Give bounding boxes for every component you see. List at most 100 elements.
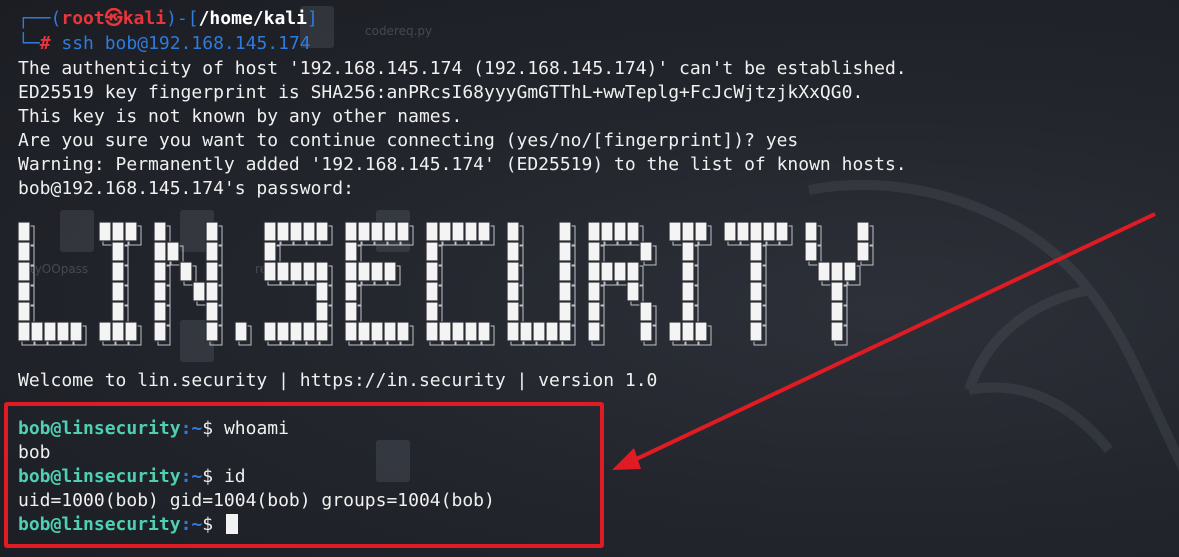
banner-block-cell [749,261,763,282]
banner-block-cell [153,241,167,262]
banner-block-cell [830,281,844,302]
ssh-output-line: ED25519 key fingerprint is SHA256:anPRcs… [18,82,864,103]
banner-block-cell [263,241,277,262]
banner-block-cell [124,221,138,242]
banner-block-cell [111,221,125,242]
banner-block-cell [587,241,601,262]
banner-block-cell [205,281,219,302]
banner-block-cell [558,321,572,342]
banner-block-cell [370,321,384,342]
banner-block-cell [315,321,329,342]
banner-block-cell [357,261,371,282]
banner-block-cell [344,221,358,242]
banner-block-cell [506,301,520,322]
skull-icon: ㉿ [104,8,123,29]
banner-block-cell [749,281,763,302]
banner-block-cell [843,261,857,282]
banner-block-cell [344,261,358,282]
ssh-output-line: Are you sure you want to continue connec… [18,130,799,151]
banner-block-cell [600,261,614,282]
banner-block-cell [545,321,559,342]
banner-block-cell [558,281,572,302]
banner-block-cell [639,241,653,262]
banner-block-cell [425,261,439,282]
banner-block-cell [558,261,572,282]
ssh-output-line: The authenticity of host '192.168.145.17… [18,58,907,79]
banner-block-cell [370,261,384,282]
banner-block-cell [289,321,303,342]
banner-block-cell [723,221,737,242]
terminal-window[interactable]: codereq.py tyOOpass rectory ┌──(root㉿kal… [0,0,1179,557]
banner-block-cell [357,321,371,342]
ssh-output-line: bob@192.168.145.174's password: [18,178,354,199]
banner-block-cell [425,301,439,322]
banner-block-cell [613,221,627,242]
banner-block-cell [694,221,708,242]
banner-block-cell [438,221,452,242]
banner-block-cell [817,261,831,282]
banner-block-cell [396,221,410,242]
banner-block-cell [315,221,329,242]
banner-block-cell [17,261,31,282]
banner-block-cell [205,221,219,242]
banner-block-cell [153,261,167,282]
banner-block-cell [263,321,277,342]
banner-block-cell [681,241,695,262]
banner-block-cell [639,321,653,342]
banner-block-cell [639,301,653,322]
banner-block-cell [804,241,818,262]
annotation-highlight-box [4,402,604,548]
ssh-output-line: This key is not known by any other names… [18,106,463,127]
banner-block-cell [370,221,384,242]
welcome-line: Welcome to lin.security | https://in.sec… [18,370,658,391]
banner-block-cell [558,301,572,322]
banner-block-cell [464,321,478,342]
banner-block-cell [153,221,167,242]
banner-block-cell [425,241,439,262]
ssh-command: ssh bob@192.168.145.174 [61,33,311,54]
banner-block-cell [856,221,870,242]
banner-block-cell [668,321,682,342]
banner-block-cell [464,221,478,242]
banner-block-cell [749,241,763,262]
banner-block-cell [694,321,708,342]
banner-block-cell [111,281,125,302]
prompt-header-line-2: └─# ssh bob@192.168.145.174 [18,33,311,54]
ssh-output-line: Warning: Permanently added '192.168.145.… [18,154,907,175]
banner-block-cell [506,261,520,282]
banner-block-cell [17,281,31,302]
banner-block-cell [451,221,465,242]
banner-block-cell [111,301,125,322]
banner-block-cell [357,221,371,242]
banner-block-cell [613,261,627,282]
banner-block-cell [302,261,316,282]
banner-block-cell [192,281,206,302]
banner-block-cell [289,261,303,282]
banner-block-cell [302,321,316,342]
banner-block-cell [166,241,180,262]
banner-block-cell [749,321,763,342]
banner-block-cell [830,301,844,322]
banner-block-cell [681,221,695,242]
banner-block-cell [587,281,601,302]
ghost-file-label: codereq.py [365,24,433,38]
banner-block-cell [69,321,83,342]
banner-block-cell [111,321,125,342]
banner-block-cell [626,261,640,282]
banner-block-cell [17,321,31,342]
banner-block-cell [276,321,290,342]
banner-block-cell [558,241,572,262]
banner-block-cell [205,261,219,282]
banner-block-cell [383,261,397,282]
banner-block-cell [30,321,44,342]
banner-block-cell [762,221,776,242]
banner-block-cell [681,281,695,302]
banner-block-cell [749,221,763,242]
banner-block-cell [749,301,763,322]
banner-block-cell [315,261,329,282]
banner-block-cell [451,321,465,342]
banner-block-cell [111,261,125,282]
banner-block-cell [425,221,439,242]
banner-block-cell [56,321,70,342]
banner-block-cell [681,301,695,322]
